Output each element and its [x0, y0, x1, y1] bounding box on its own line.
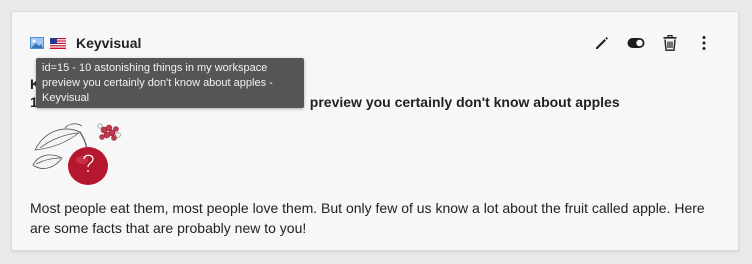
node-type-title: Keyvisual [76, 35, 142, 51]
content-card: Keyvisual 1 preview you certainly don't … [11, 11, 739, 251]
card-header: Keyvisual [30, 34, 141, 52]
edit-button[interactable] [593, 34, 611, 52]
image-icon [30, 37, 44, 49]
node-tooltip: id=15 - 10 astonishing things in my work… [36, 58, 304, 108]
pencil-icon [596, 37, 608, 49]
trash-icon [663, 35, 677, 51]
more-options-button[interactable] [695, 34, 713, 52]
body-text: Most people eat them, most people love t… [30, 200, 705, 236]
headline-visible-text: preview you certainly don't know about a… [309, 94, 620, 110]
card-actions [593, 34, 713, 52]
apple-illustration [32, 123, 121, 185]
toggle-icon [627, 38, 645, 48]
delete-button[interactable] [661, 34, 679, 52]
us-flag-icon [50, 37, 66, 49]
toggle-visibility-button[interactable] [627, 34, 645, 52]
more-vertical-icon [702, 36, 706, 50]
